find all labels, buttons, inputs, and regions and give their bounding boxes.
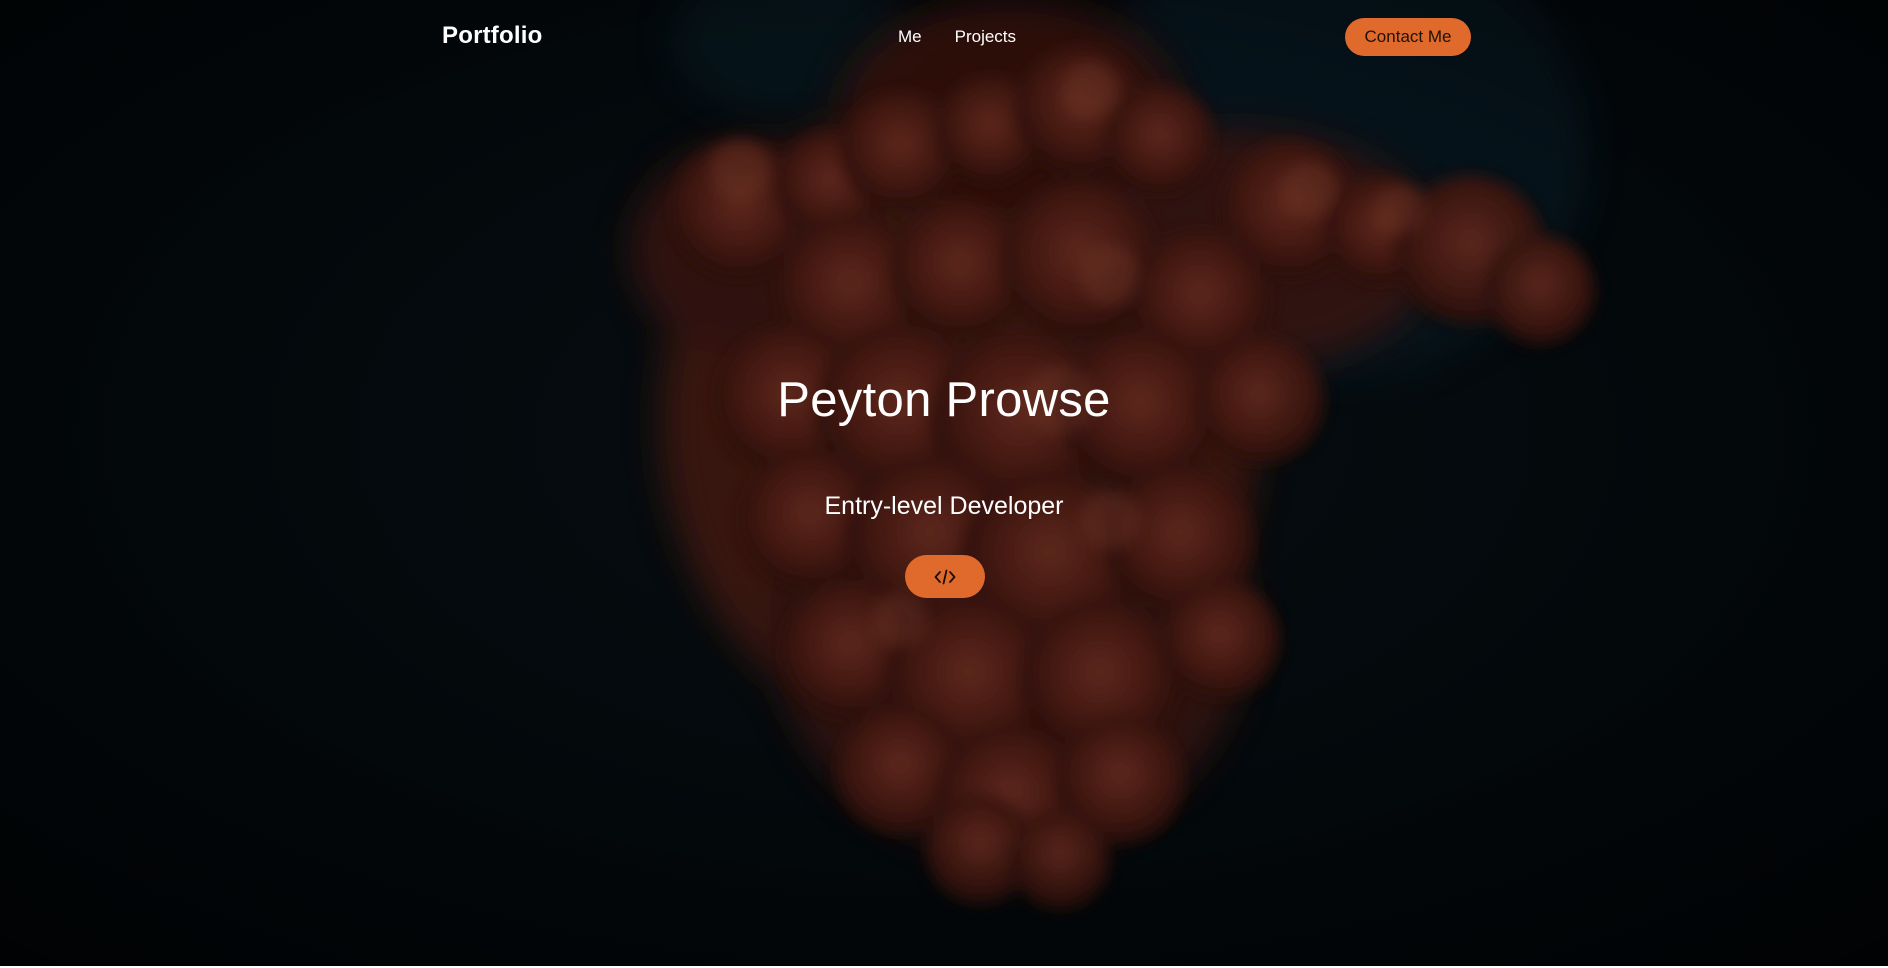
nav-link-projects[interactable]: Projects [955,27,1016,47]
contact-me-button[interactable]: Contact Me [1345,18,1471,56]
smoke-background-image [0,0,1888,966]
hero-role-subtitle: Entry-level Developer [824,492,1064,520]
hero-name-heading: Peyton Prowse [777,373,1111,427]
code-icon [934,568,956,586]
navbar: Portfolio Me Projects Contact Me [0,0,1888,74]
code-button[interactable] [905,555,985,598]
nav-links: Me Projects [898,27,1016,47]
nav-link-me[interactable]: Me [898,27,922,47]
brand-logo-link[interactable]: Portfolio [442,22,542,50]
hero-section: Portfolio Me Projects Contact Me Peyton … [0,0,1888,966]
